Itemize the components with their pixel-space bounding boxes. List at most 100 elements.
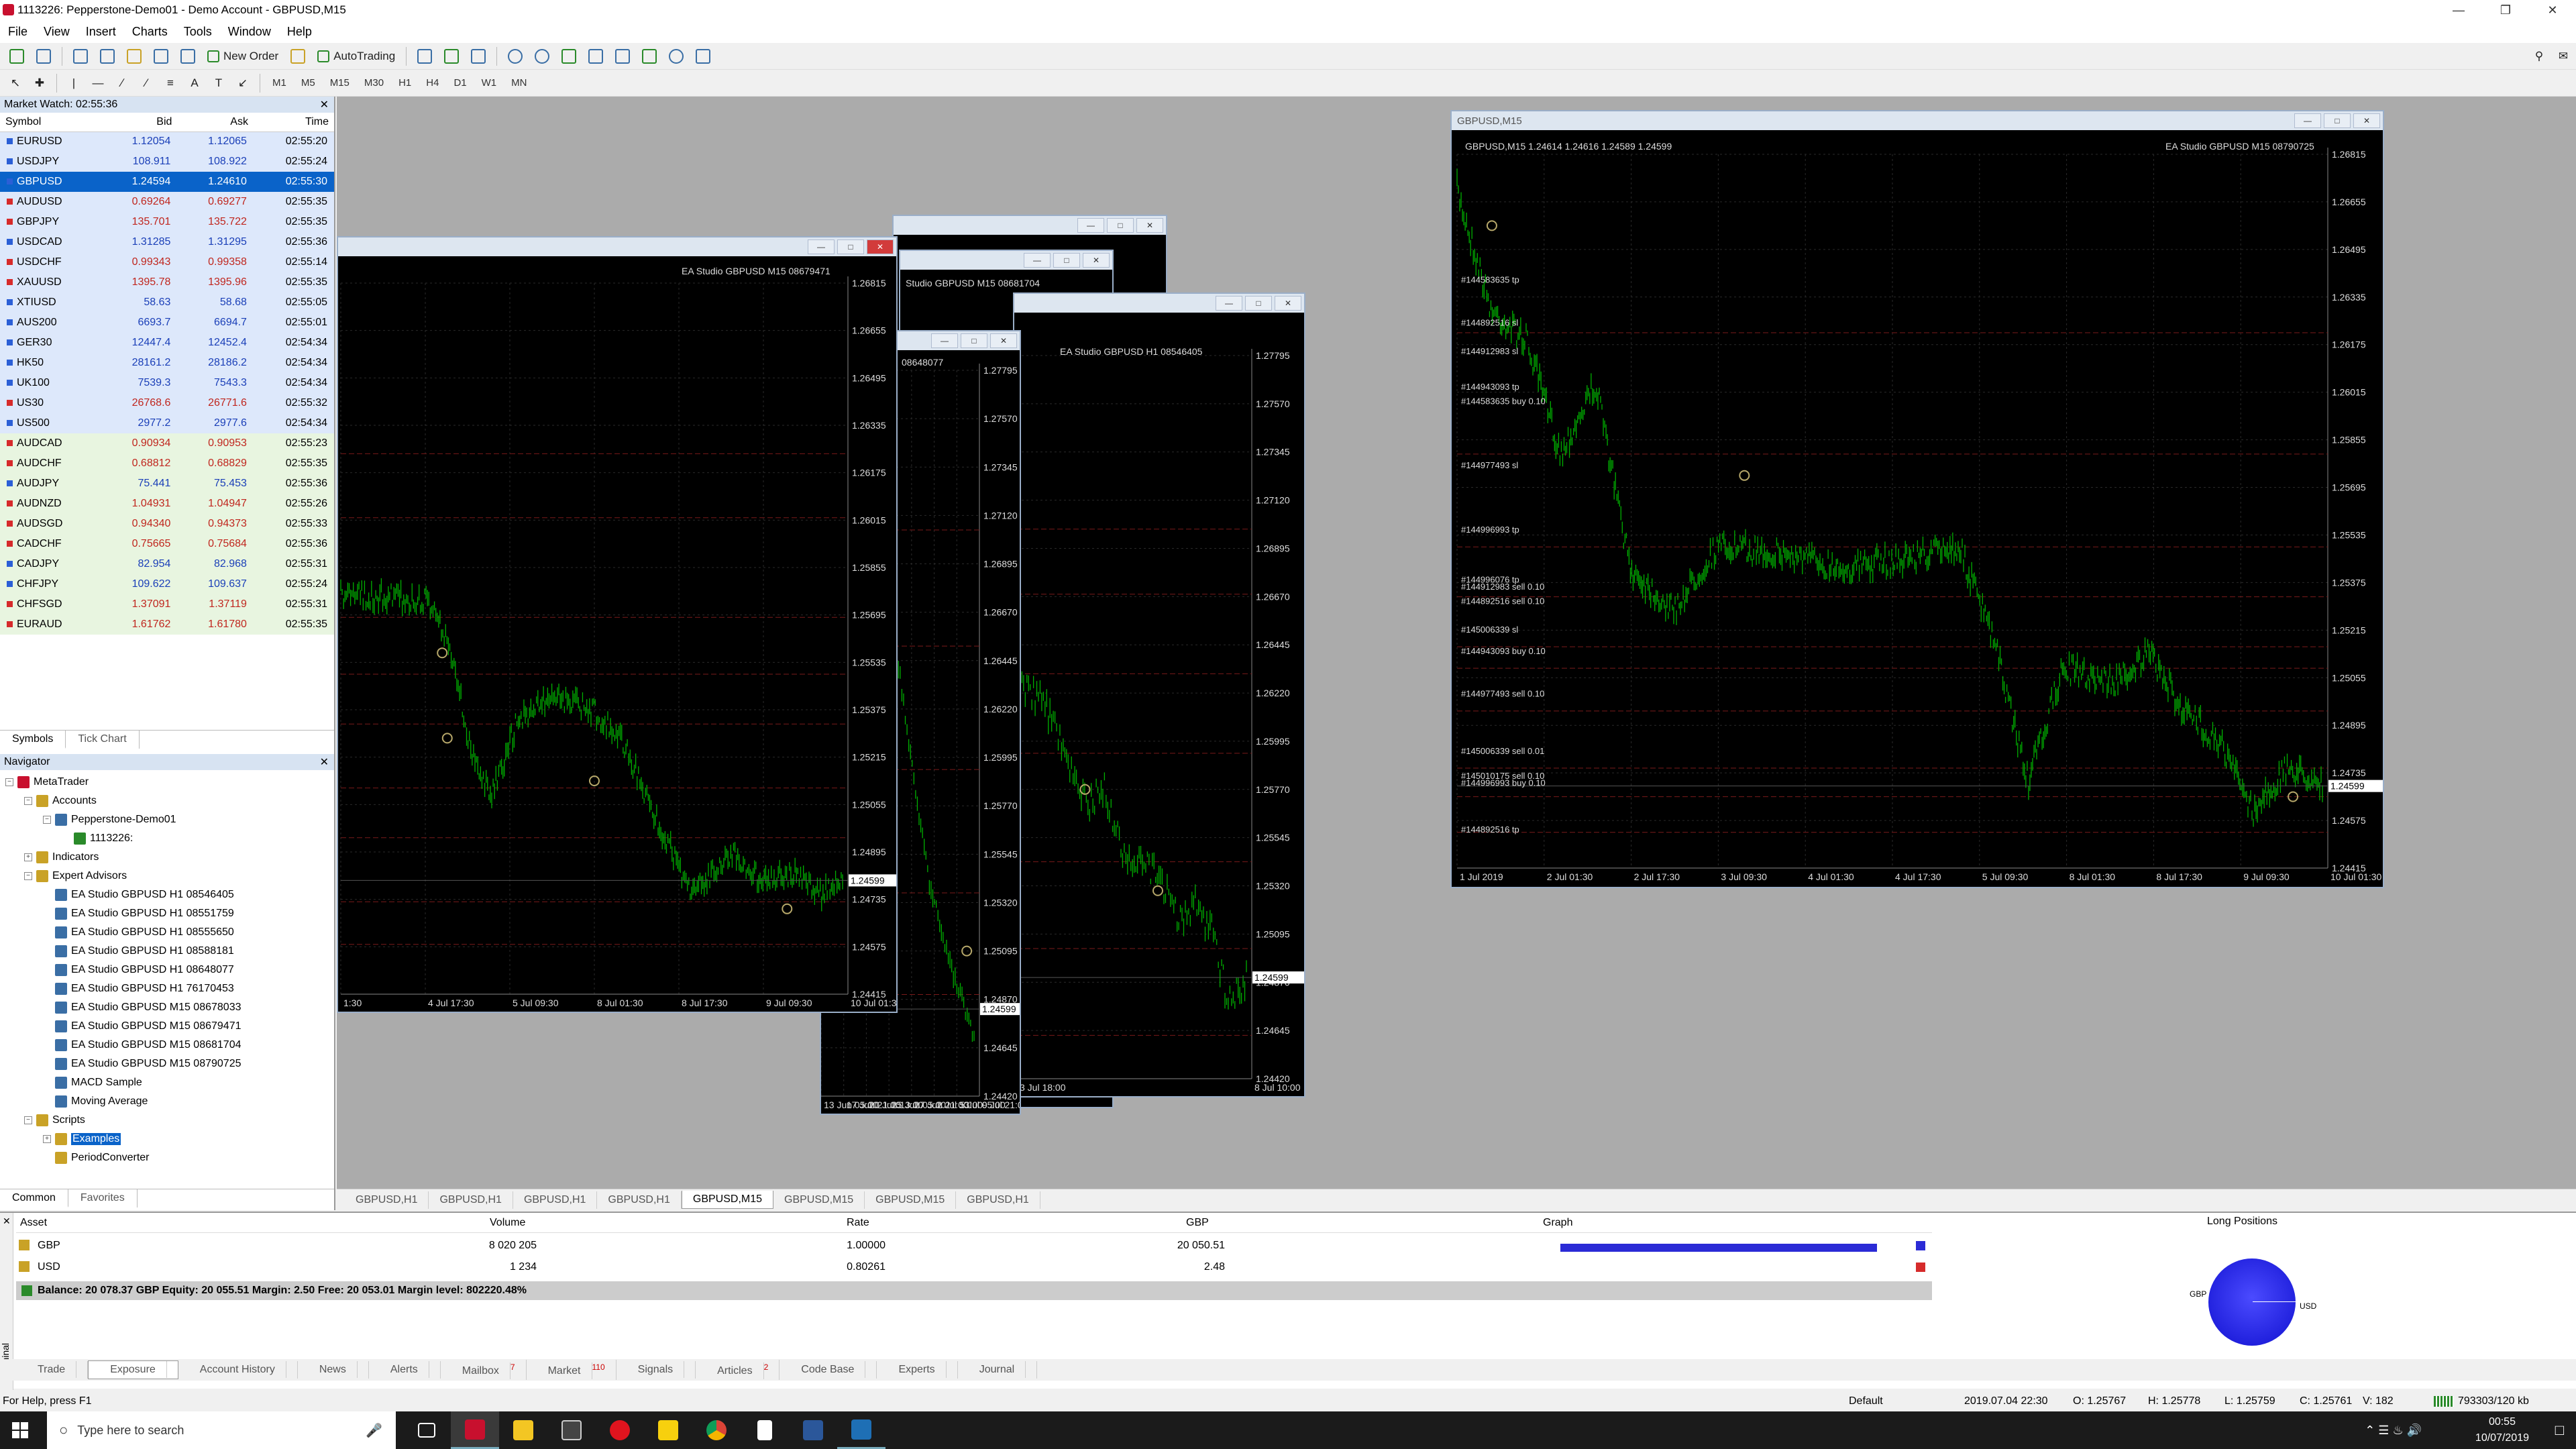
terminal-tab-journal[interactable]: Journal <box>958 1361 1038 1379</box>
expand-icon[interactable]: − <box>24 797 32 805</box>
expand-icon[interactable]: − <box>24 872 32 880</box>
navigator-item[interactable]: + Indicators <box>5 848 334 867</box>
market-watch-row[interactable]: USDJPY 108.911 108.922 02:55:24 <box>0 152 334 172</box>
market-watch-row[interactable]: GBPUSD 1.24594 1.24610 02:55:30 <box>0 172 334 192</box>
market-watch-row[interactable]: USDCHF 0.99343 0.99358 02:55:14 <box>0 252 334 272</box>
taskbar-metatrader-icon[interactable] <box>837 1411 885 1449</box>
taskbar-app-icon[interactable] <box>547 1411 596 1449</box>
taskbar-word-icon[interactable] <box>789 1411 837 1449</box>
bar-chart-icon[interactable] <box>413 46 436 66</box>
chart-window-gbpusd-m15-a[interactable]: — □ ✕ EA Studio GBPUSD M15 08679471 1.2681… <box>337 236 898 1013</box>
market-watch-row[interactable]: US500 2977.2 2977.6 02:54:34 <box>0 413 334 433</box>
line-chart-icon[interactable] <box>467 46 490 66</box>
timeframe-m30[interactable]: M30 <box>359 77 389 89</box>
navigator-item[interactable]: + Examples <box>5 1130 334 1148</box>
metaeditor-icon[interactable] <box>286 46 309 66</box>
search-icon[interactable]: ⚲ <box>2529 46 2549 66</box>
navigator-item[interactable]: 1113226: <box>5 829 334 848</box>
taskbar-explorer-icon[interactable] <box>499 1411 547 1449</box>
terminal-tab-market[interactable]: Market 110 <box>527 1359 616 1381</box>
close-button[interactable]: ✕ <box>1083 253 1110 268</box>
market-watch-row[interactable]: AUDCHF 0.68812 0.68829 02:55:35 <box>0 453 334 474</box>
market-watch-row[interactable]: AUDCAD 0.90934 0.90953 02:55:23 <box>0 433 334 453</box>
navigator-item[interactable]: − Accounts <box>5 792 334 810</box>
expand-icon[interactable]: − <box>24 1116 32 1124</box>
chart-tab[interactable]: GBPUSD,M15 <box>773 1191 865 1209</box>
channel-icon[interactable]: ⁄ <box>136 73 156 93</box>
menu-charts[interactable]: Charts <box>124 25 176 39</box>
expand-icon[interactable]: − <box>5 778 13 786</box>
close-icon[interactable]: ✕ <box>320 755 334 769</box>
maximize-button[interactable]: ❐ <box>2482 0 2529 20</box>
task-view-icon[interactable] <box>402 1411 451 1449</box>
navigator-item[interactable]: EA Studio GBPUSD M15 08790725 <box>5 1055 334 1073</box>
terminal-tab-articles[interactable]: Articles 2 <box>696 1359 780 1381</box>
column-ask[interactable]: Ask <box>177 113 254 132</box>
market-watch-row[interactable]: XAUUSD 1395.78 1395.96 02:55:35 <box>0 272 334 292</box>
taskbar-chrome-icon[interactable] <box>692 1411 741 1449</box>
chart-tab[interactable]: GBPUSD,M15 <box>681 1191 774 1209</box>
notifications-icon[interactable]: □ <box>2555 1421 2564 1439</box>
column-graph[interactable]: Graph <box>1543 1217 1572 1229</box>
vertical-line-icon[interactable]: | <box>64 73 84 93</box>
periods-icon[interactable] <box>665 46 688 66</box>
market-watch-icon[interactable] <box>69 46 92 66</box>
expand-icon[interactable]: + <box>24 853 32 861</box>
market-watch-row[interactable]: CADJPY 82.954 82.968 02:55:31 <box>0 554 334 574</box>
minimize-button[interactable]: — <box>1024 253 1051 268</box>
close-icon[interactable]: ✕ <box>3 1216 11 1227</box>
maximize-button[interactable]: □ <box>1053 253 1080 268</box>
tab-tick-chart[interactable]: Tick Chart <box>66 731 140 749</box>
navigator-item[interactable]: PeriodConverter <box>5 1148 334 1167</box>
menu-insert[interactable]: Insert <box>78 25 124 39</box>
expand-icon[interactable]: + <box>43 1135 51 1143</box>
zoom-in-icon[interactable] <box>504 46 527 66</box>
profiles-icon[interactable] <box>32 46 55 66</box>
market-watch-row[interactable]: AUDNZD 1.04931 1.04947 02:55:26 <box>0 494 334 514</box>
market-watch-row[interactable]: CADCHF 0.75665 0.75684 02:55:36 <box>0 534 334 554</box>
new-order-button[interactable]: New Order <box>203 46 282 66</box>
windows-start-icon[interactable] <box>12 1422 28 1438</box>
taskbar-sticky-icon[interactable] <box>644 1411 692 1449</box>
timeframe-h4[interactable]: H4 <box>421 77 444 89</box>
menu-view[interactable]: View <box>36 25 78 39</box>
navigator-item[interactable]: − Expert Advisors <box>5 867 334 885</box>
chart-tab[interactable]: GBPUSD,H1 <box>956 1191 1040 1209</box>
tray-icons[interactable]: ⌃ ☰ ♨ 🔊 <box>2365 1424 2422 1438</box>
navigator-item[interactable]: MACD Sample <box>5 1073 334 1092</box>
close-icon[interactable]: ✕ <box>320 98 334 111</box>
timeframe-m15[interactable]: M15 <box>325 77 355 89</box>
navigator-item[interactable]: − Scripts <box>5 1111 334 1130</box>
navigator-item[interactable]: EA Studio GBPUSD M15 08678033 <box>5 998 334 1017</box>
strategy-tester-icon[interactable] <box>176 46 199 66</box>
zoom-out-icon[interactable] <box>531 46 553 66</box>
navigator-item[interactable]: EA Studio GBPUSD H1 08546405 <box>5 885 334 904</box>
chart-tab[interactable]: GBPUSD,H1 <box>345 1191 429 1209</box>
navigator-item[interactable]: Moving Average <box>5 1092 334 1111</box>
crosshair-icon[interactable]: ✚ <box>30 73 50 93</box>
tile-windows-icon[interactable] <box>557 46 580 66</box>
column-asset[interactable]: Asset <box>20 1217 47 1229</box>
navigator-item[interactable]: EA Studio GBPUSD H1 08555650 <box>5 923 334 942</box>
text-icon[interactable]: A <box>184 73 205 93</box>
navigator-item[interactable]: EA Studio GBPUSD M15 08681704 <box>5 1036 334 1055</box>
cursor-icon[interactable]: ↖ <box>5 73 25 93</box>
market-watch-row[interactable]: EURAUD 1.61762 1.61780 02:55:35 <box>0 614 334 635</box>
exposure-row[interactable]: GBP 8 020 205 1.00000 20 050.51 <box>16 1236 1932 1256</box>
timeframe-mn[interactable]: MN <box>506 77 532 89</box>
terminal-tab-signals[interactable]: Signals <box>616 1361 696 1379</box>
label-icon[interactable]: T <box>209 73 229 93</box>
market-watch-row[interactable]: AUDJPY 75.441 75.453 02:55:36 <box>0 474 334 494</box>
chat-icon[interactable]: ✉ <box>2553 46 2573 66</box>
navigator-item[interactable]: EA Studio GBPUSD H1 08648077 <box>5 961 334 979</box>
timeframe-w1[interactable]: W1 <box>476 77 502 89</box>
timeframe-h1[interactable]: H1 <box>393 77 417 89</box>
auto-scroll-icon[interactable] <box>584 46 607 66</box>
navigator-icon[interactable] <box>123 46 146 66</box>
tab-symbols[interactable]: Symbols <box>0 731 66 749</box>
market-watch-row[interactable]: GER30 12447.4 12452.4 02:54:34 <box>0 333 334 353</box>
tab-favorites[interactable]: Favorites <box>68 1189 138 1208</box>
navigator-item[interactable]: − MetaTrader <box>5 773 334 792</box>
market-watch-row[interactable]: US30 26768.6 26771.6 02:55:32 <box>0 393 334 413</box>
taskbar-opera-icon[interactable] <box>596 1411 644 1449</box>
